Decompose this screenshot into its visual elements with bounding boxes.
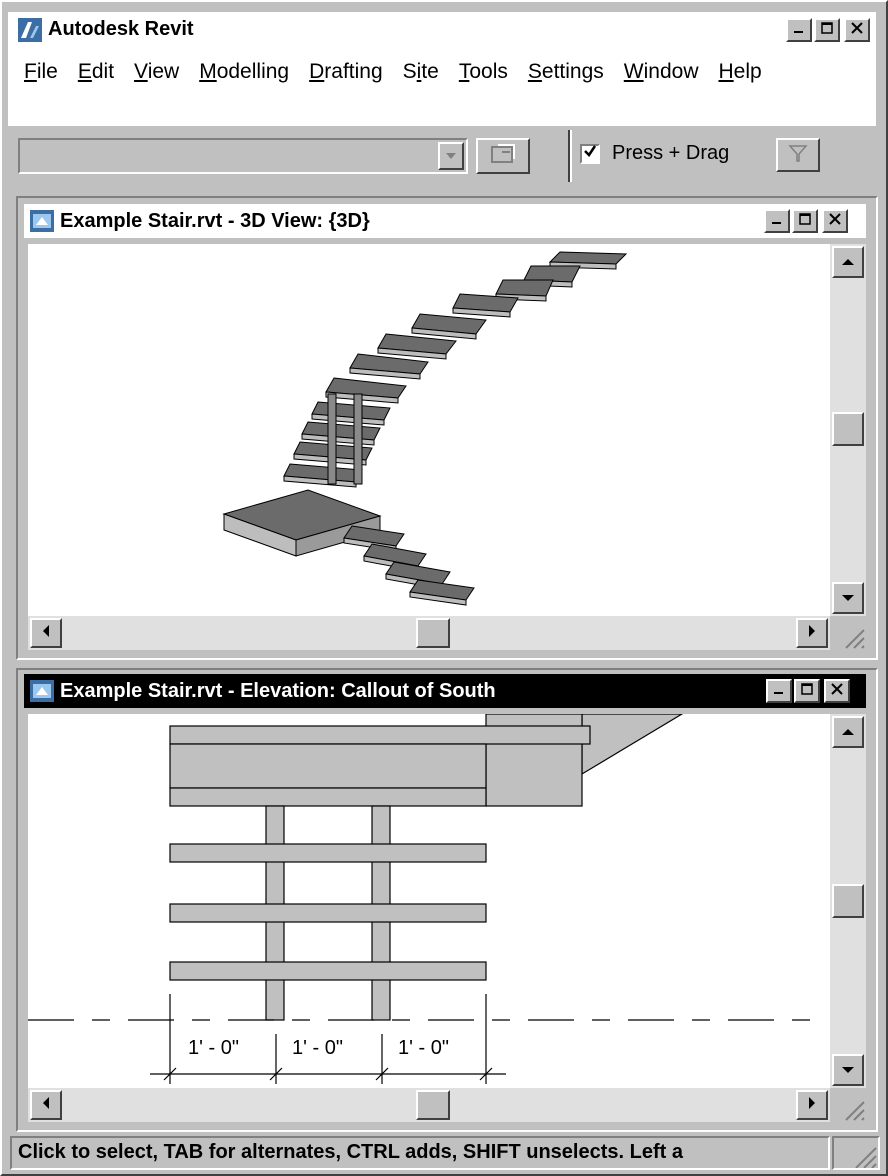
- checkmark-icon: [583, 144, 597, 163]
- arrow-right-icon: [808, 1096, 816, 1115]
- scroll-up-button[interactable]: [832, 716, 864, 748]
- view-3d-horizontal-scrollbar[interactable]: [28, 616, 830, 650]
- minimize-icon: [793, 21, 805, 39]
- maximize-icon: [821, 21, 833, 39]
- scroll-down-button[interactable]: [832, 582, 864, 614]
- status-resize-grip[interactable]: [832, 1136, 880, 1170]
- scroll-up-button[interactable]: [832, 246, 864, 278]
- view-window-3d: Example Stair.rvt - 3D View: {3D}: [16, 196, 878, 660]
- menu-site[interactable]: Site: [403, 58, 439, 86]
- minimize-icon: [771, 212, 783, 230]
- arrow-down-icon: [841, 1061, 855, 1079]
- view-elevation-maximize-button[interactable]: [794, 679, 820, 703]
- menu-edit[interactable]: Edit: [78, 58, 114, 86]
- view-3d-canvas[interactable]: [28, 244, 830, 616]
- scroll-right-button[interactable]: [796, 1090, 828, 1120]
- dimension-label-3: 1' - 0": [398, 1037, 449, 1059]
- resize-grip-icon[interactable]: [830, 1088, 866, 1122]
- app-title: Autodesk Revit: [48, 18, 194, 40]
- arrow-left-icon: [42, 624, 50, 643]
- view-3d-title: Example Stair.rvt - 3D View: {3D}: [60, 210, 370, 232]
- type-selector-dropdown-button[interactable]: [438, 142, 464, 170]
- menu-modelling[interactable]: Modelling: [199, 58, 289, 86]
- arrow-left-icon: [42, 1096, 50, 1115]
- view-elevation-horizontal-scrollbar[interactable]: [28, 1088, 830, 1122]
- view-elevation-canvas[interactable]: 1' - 0" 1' - 0" 1' - 0": [28, 714, 830, 1088]
- chevron-down-icon: [445, 147, 457, 165]
- toolbar-separator: [568, 130, 572, 182]
- view-3d-icon: [30, 210, 54, 232]
- menu-bar: File Edit View Modelling Drafting Site T…: [8, 48, 876, 124]
- menu-help[interactable]: Help: [718, 58, 761, 86]
- menu-drafting[interactable]: Drafting: [309, 58, 383, 86]
- close-icon: [829, 212, 841, 230]
- arrow-right-icon: [808, 624, 816, 643]
- menu-items: File Edit View Modelling Drafting Site T…: [24, 58, 762, 86]
- minimize-button[interactable]: [786, 18, 812, 42]
- stair-3d-model: [222, 251, 628, 606]
- filter-button[interactable]: [776, 138, 820, 172]
- revit-app-icon: [18, 18, 42, 42]
- scroll-thumb[interactable]: [416, 1090, 450, 1120]
- scroll-thumb[interactable]: [416, 618, 450, 648]
- arrow-up-icon: [841, 253, 855, 271]
- scroll-left-button[interactable]: [30, 1090, 62, 1120]
- status-bar: Click to select, TAB for alternates, CTR…: [10, 1136, 830, 1170]
- arrow-down-icon: [841, 589, 855, 607]
- properties-icon: [488, 142, 518, 171]
- toolbar: Press + Drag: [8, 124, 876, 186]
- filter-icon: [788, 143, 808, 168]
- scroll-left-button[interactable]: [30, 618, 62, 648]
- view-elevation-icon: [30, 680, 54, 702]
- view-elevation-title: Example Stair.rvt - Elevation: Callout o…: [60, 680, 496, 702]
- view-elevation-vertical-scrollbar[interactable]: [830, 714, 866, 1088]
- view-3d-vertical-scrollbar[interactable]: [830, 244, 866, 616]
- view-window-elevation: Example Stair.rvt - Elevation: Callout o…: [16, 668, 878, 1132]
- press-drag-option[interactable]: Press + Drag: [580, 142, 729, 165]
- menu-tools[interactable]: Tools: [459, 58, 508, 86]
- minimize-icon: [773, 682, 785, 700]
- resize-grip-icon: [834, 1147, 878, 1172]
- view-elevation-title-bar[interactable]: Example Stair.rvt - Elevation: Callout o…: [24, 674, 866, 708]
- view-elevation-minimize-button[interactable]: [766, 679, 792, 703]
- maximize-icon: [799, 212, 811, 230]
- press-drag-label: Press + Drag: [612, 142, 730, 164]
- menu-file[interactable]: File: [24, 58, 58, 86]
- resize-grip-icon[interactable]: [830, 616, 866, 650]
- scroll-right-button[interactable]: [796, 618, 828, 648]
- close-icon: [831, 682, 843, 700]
- view-3d-close-button[interactable]: [822, 209, 848, 233]
- menu-view[interactable]: View: [134, 58, 179, 86]
- maximize-icon: [801, 682, 813, 700]
- view-3d-maximize-button[interactable]: [792, 209, 818, 233]
- type-selector[interactable]: [18, 138, 468, 174]
- scroll-thumb[interactable]: [832, 412, 864, 446]
- scroll-thumb[interactable]: [832, 884, 864, 918]
- stair-elevation-drawing: 1' - 0" 1' - 0" 1' - 0": [28, 714, 818, 1084]
- view-elevation-close-button[interactable]: [824, 679, 850, 703]
- dimension-label-2: 1' - 0": [292, 1037, 343, 1059]
- menu-window[interactable]: Window: [624, 58, 699, 86]
- view-3d-minimize-button[interactable]: [764, 209, 790, 233]
- maximize-button[interactable]: [814, 18, 840, 42]
- scroll-down-button[interactable]: [832, 1054, 864, 1086]
- arrow-up-icon: [841, 723, 855, 741]
- app-title-bar[interactable]: Autodesk Revit: [8, 12, 876, 48]
- view-3d-title-bar[interactable]: Example Stair.rvt - 3D View: {3D}: [24, 204, 866, 238]
- menu-settings[interactable]: Settings: [528, 58, 604, 86]
- status-text: Click to select, TAB for alternates, CTR…: [18, 1141, 683, 1163]
- close-button[interactable]: [844, 18, 870, 42]
- type-properties-button[interactable]: [476, 138, 530, 174]
- dimension-label-1: 1' - 0": [188, 1037, 239, 1059]
- close-icon: [851, 21, 863, 39]
- press-drag-checkbox[interactable]: [580, 143, 600, 164]
